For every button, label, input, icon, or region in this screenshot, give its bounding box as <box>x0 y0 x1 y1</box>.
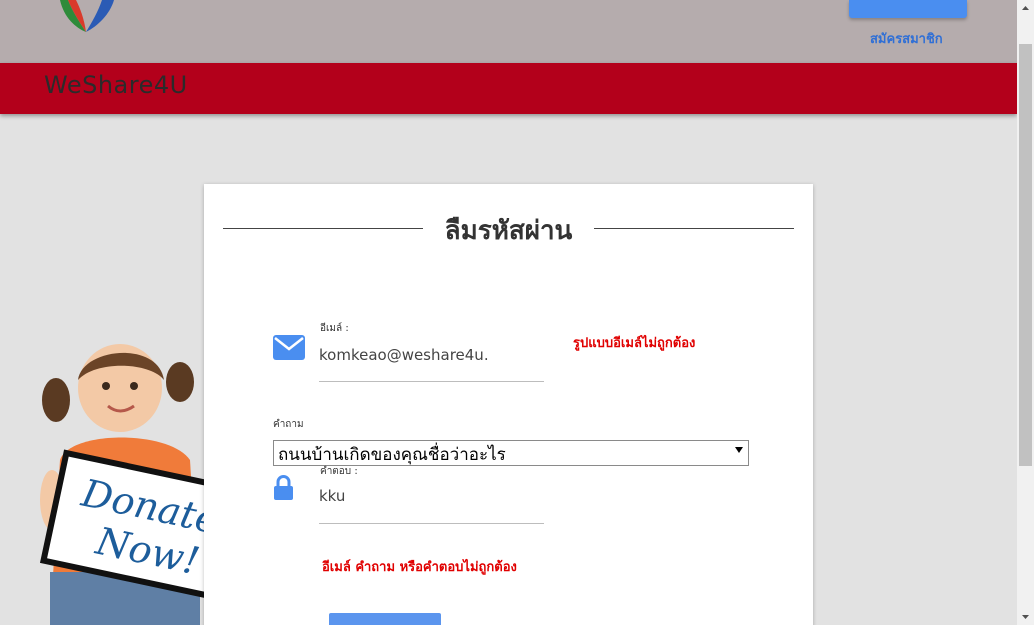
scroll-thumb[interactable] <box>1019 44 1032 466</box>
form-error: อีเมล์ คำถาม หรือคำตอบไม่ถูกต้อง <box>322 560 517 575</box>
email-label: อีเมล์ : <box>320 323 349 334</box>
forgot-password-card: ลืมรหัสผ่าน อีเมล์ : komkeao@weshare4u. … <box>204 184 813 625</box>
envelope-icon <box>273 335 305 360</box>
logo-icon[interactable] <box>50 0 122 38</box>
answer-label: คำตอบ : <box>320 466 358 477</box>
answer-field[interactable]: kku <box>319 487 345 505</box>
register-link[interactable]: สมัครสมาชิก <box>870 28 943 49</box>
brand-name[interactable]: WeShare4U <box>44 71 188 99</box>
donate-child-illustration: Donate Now! <box>39 344 230 625</box>
top-header: สมัครสมาชิก <box>0 0 1017 63</box>
submit-button[interactable] <box>329 613 441 625</box>
lock-icon <box>274 475 293 500</box>
question-selected: ถนนบ้านเกิดของคุณชื่อว่าอะไร <box>278 445 506 465</box>
chevron-down-icon <box>735 447 743 453</box>
question-select[interactable]: ถนนบ้านเกิดของคุณชื่อว่าอะไร <box>273 440 749 466</box>
email-error: รูปแบบอีเมล์ไม่ถูกต้อง <box>573 336 696 351</box>
scroll-down-arrow-icon[interactable] <box>1017 608 1034 625</box>
email-field[interactable]: komkeao@weshare4u. <box>319 346 489 364</box>
answer-underline <box>319 523 544 524</box>
login-button[interactable] <box>849 0 967 18</box>
brand-bar: WeShare4U <box>0 63 1017 114</box>
question-label: คำถาม <box>273 419 304 430</box>
page-scrollbar[interactable] <box>1017 0 1034 625</box>
email-underline <box>319 381 544 382</box>
scroll-up-arrow-icon[interactable] <box>1017 0 1034 17</box>
page-title: ลืมรหัสผ่าน <box>204 210 813 251</box>
